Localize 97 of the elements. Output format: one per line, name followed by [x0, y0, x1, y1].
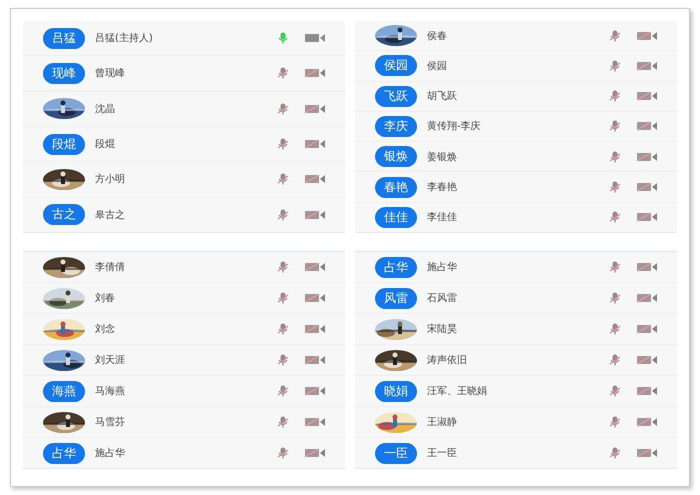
microphone-muted-icon[interactable] — [277, 173, 289, 186]
participant-name: 石风雷 — [427, 292, 458, 305]
microphone-muted-icon[interactable] — [609, 416, 621, 428]
camera-off-icon[interactable] — [305, 324, 325, 334]
participant-name: 王淑静 — [427, 416, 458, 429]
participant-name: 胡飞跃 — [427, 90, 458, 104]
participant-name: 侯园 — [427, 60, 448, 73]
microphone-icon[interactable] — [277, 32, 289, 44]
participant-name: 李春艳 — [427, 180, 458, 194]
participant-name: 姜银焕 — [427, 150, 458, 164]
camera-off-icon[interactable] — [637, 324, 657, 334]
avatar-badge: 吕猛 — [43, 28, 85, 49]
microphone-muted-icon[interactable] — [609, 150, 621, 163]
camera-icon[interactable] — [305, 33, 325, 44]
participant-name: 刘春 — [95, 292, 116, 305]
camera-off-icon[interactable] — [637, 355, 657, 365]
camera-off-icon[interactable] — [305, 386, 325, 396]
microphone-muted-icon[interactable] — [277, 67, 289, 80]
avatar-badge: 海燕 — [43, 380, 85, 402]
microphone-muted-icon[interactable] — [277, 102, 289, 115]
camera-off-icon[interactable] — [305, 68, 325, 78]
participant-name: 李倩倩 — [95, 260, 126, 274]
microphone-muted-icon[interactable] — [609, 211, 621, 224]
camera-off-icon[interactable] — [305, 104, 325, 114]
microphone-muted-icon[interactable] — [609, 261, 621, 273]
avatar-badge: 飞跃 — [375, 86, 417, 107]
camera-off-icon[interactable] — [305, 448, 325, 458]
camera-off-icon[interactable] — [637, 91, 657, 102]
camera-off-icon[interactable] — [637, 60, 657, 71]
microphone-muted-icon[interactable] — [609, 385, 621, 397]
avatar-badge: 晓娟 — [375, 380, 417, 402]
participant-name: 李佳佳 — [427, 210, 458, 224]
microphone-muted-icon[interactable] — [277, 416, 289, 428]
participant-name: 汪军、王晓娟 — [427, 384, 488, 398]
participant-name: 沈晶 — [95, 102, 116, 116]
camera-off-icon[interactable] — [305, 139, 325, 150]
avatar-badge: 段焜 — [43, 134, 85, 155]
avatar-badge: 一臣 — [375, 442, 417, 464]
microphone-muted-icon[interactable] — [609, 323, 621, 335]
camera-off-icon[interactable] — [305, 262, 325, 272]
camera-off-icon[interactable] — [305, 355, 325, 365]
microphone-muted-icon[interactable] — [609, 447, 621, 459]
participant-name: 刘念 — [95, 322, 116, 336]
avatar-badge: 现峰 — [43, 62, 85, 84]
microphone-muted-icon[interactable] — [277, 138, 289, 150]
camera-off-icon[interactable] — [637, 30, 657, 41]
microphone-muted-icon[interactable] — [609, 60, 621, 72]
camera-off-icon[interactable] — [637, 293, 657, 303]
participant-name: 刘天涯 — [95, 354, 126, 367]
participant-name: 吕猛(主持人) — [95, 32, 154, 46]
camera-off-icon[interactable] — [637, 417, 657, 427]
avatar-badge: 风雷 — [375, 288, 417, 308]
microphone-muted-icon[interactable] — [277, 447, 289, 459]
camera-off-icon[interactable] — [637, 386, 657, 396]
microphone-muted-icon[interactable] — [277, 385, 289, 397]
participant-name: 马雪芬 — [95, 416, 126, 429]
microphone-muted-icon[interactable] — [277, 323, 289, 335]
microphone-muted-icon[interactable] — [277, 354, 289, 366]
participant-name: 方小明 — [95, 172, 126, 186]
participant-name: 段焜 — [95, 138, 116, 152]
participant-name: 皋古之 — [95, 208, 126, 222]
camera-off-icon[interactable] — [305, 293, 325, 303]
microphone-muted-icon[interactable] — [609, 181, 621, 194]
microphone-muted-icon[interactable] — [609, 120, 621, 132]
microphone-muted-icon[interactable] — [609, 30, 621, 42]
participant-name: 王一臣 — [427, 447, 458, 460]
camera-off-icon[interactable] — [305, 417, 325, 427]
participant-name: 施占华 — [427, 260, 458, 274]
microphone-muted-icon[interactable] — [277, 208, 289, 221]
camera-off-icon[interactable] — [305, 174, 325, 184]
participant-name: 宋陆昊 — [427, 322, 458, 336]
participant-name: 侯春 — [427, 30, 448, 43]
camera-off-icon[interactable] — [637, 152, 657, 162]
microphone-muted-icon[interactable] — [609, 354, 621, 366]
avatar-badge: 侯园 — [375, 55, 417, 76]
microphone-muted-icon[interactable] — [277, 292, 289, 304]
participant-name: 涛声依旧 — [427, 354, 468, 367]
avatar-badge: 春艳 — [375, 176, 417, 198]
camera-off-icon[interactable] — [637, 262, 657, 272]
avatar-badge: 银焕 — [375, 146, 417, 168]
camera-off-icon[interactable] — [305, 210, 325, 220]
avatar-badge: 占华 — [375, 256, 417, 278]
camera-off-icon[interactable] — [637, 212, 657, 222]
participant-name: 曾现峰 — [95, 67, 126, 80]
microphone-muted-icon[interactable] — [609, 292, 621, 304]
avatar-badge: 占华 — [43, 442, 85, 464]
camera-off-icon[interactable] — [637, 182, 657, 192]
avatar-badge: 佳佳 — [375, 206, 417, 228]
camera-off-icon[interactable] — [637, 448, 657, 458]
participant-name: 马海燕 — [95, 384, 126, 398]
camera-off-icon[interactable] — [637, 121, 657, 132]
participant-name: 施占华 — [95, 446, 126, 460]
microphone-muted-icon[interactable] — [609, 90, 621, 102]
participant-name: 黄传翔-李庆 — [427, 120, 482, 134]
microphone-muted-icon[interactable] — [277, 261, 289, 273]
avatar-badge: 李庆 — [375, 116, 417, 137]
avatar-badge: 古之 — [43, 204, 85, 226]
